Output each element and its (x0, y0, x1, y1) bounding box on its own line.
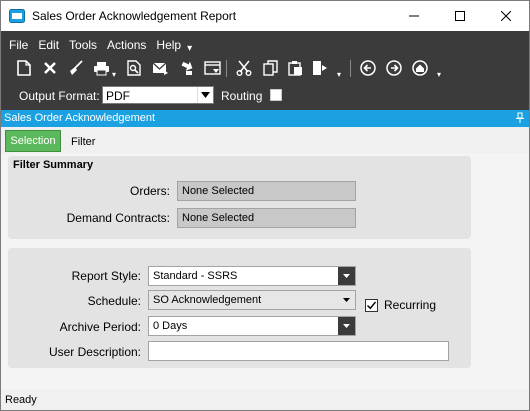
status-bar: Ready (1, 390, 529, 410)
orders-field[interactable]: None Selected (177, 181, 356, 201)
schedule-select[interactable]: SO Acknowledgement (148, 290, 356, 310)
tab-selection[interactable]: Selection (5, 130, 61, 152)
output-format-label: Output Format: (19, 89, 100, 103)
schedule-value: SO Acknowledgement (153, 294, 262, 306)
toolbar-separator (226, 60, 227, 77)
orders-label: Orders: (129, 184, 170, 198)
routing-checkbox[interactable] (270, 89, 282, 101)
minimize-button[interactable] (391, 1, 437, 31)
routing-label: Routing (221, 89, 263, 103)
command-area: File Edit Tools Actions Help ▾ ▾ ▾ ▾ Out… (1, 31, 529, 110)
nav-dropdown-icon[interactable]: ▾ (437, 70, 441, 79)
user-description-input[interactable] (148, 341, 449, 361)
status-text: Ready (5, 394, 37, 406)
menu-bar: File Edit Tools Actions Help ▾ (9, 36, 192, 54)
user-description-label: User Description: (48, 345, 141, 359)
archive-period-value: 0 Days (153, 320, 188, 332)
clear-icon[interactable] (67, 59, 85, 77)
home-icon[interactable] (411, 59, 429, 77)
filter-summary-title: Filter Summary (13, 159, 94, 171)
toolbar-separator (350, 60, 351, 77)
menu-tools[interactable]: Tools (69, 38, 97, 52)
cut-icon[interactable] (235, 59, 253, 77)
panel-header: Sales Order Acknowledgement (1, 110, 529, 127)
chevron-down-icon[interactable] (338, 267, 355, 285)
chevron-down-icon[interactable] (338, 317, 355, 335)
close-button[interactable] (483, 1, 529, 31)
recurring-label: Recurring (384, 298, 437, 312)
filter-summary-group: Filter Summary Orders: None Selected Dem… (8, 156, 471, 239)
schedule-label: Schedule: (87, 294, 141, 308)
menu-actions[interactable]: Actions (107, 38, 146, 52)
recurring-checkbox[interactable] (365, 299, 378, 312)
app-icon (9, 9, 25, 23)
title-bar: Sales Order Acknowledgement Report (1, 1, 529, 31)
selection-content: Filter Summary Orders: None Selected Dem… (1, 153, 529, 389)
forward-icon[interactable] (385, 59, 403, 77)
print-icon[interactable] (92, 59, 110, 77)
new-icon[interactable] (15, 59, 33, 77)
demand-contracts-field[interactable]: None Selected (177, 208, 356, 228)
report-style-select[interactable]: Standard - SSRS (148, 266, 356, 286)
chevron-down-icon[interactable] (197, 87, 213, 103)
maximize-button[interactable] (437, 1, 483, 31)
chevron-down-icon[interactable] (338, 291, 355, 309)
archive-period-select[interactable]: 0 Days (148, 316, 356, 336)
back-icon[interactable] (359, 59, 377, 77)
toolbar: ▾ ▾ ▾ (1, 55, 529, 81)
pin-icon[interactable] (515, 112, 525, 124)
attachment-icon[interactable] (178, 59, 196, 77)
copy-icon[interactable] (261, 59, 279, 77)
report-style-value: Standard - SSRS (153, 270, 238, 282)
demand-contracts-label: Demand Contracts: (66, 211, 170, 225)
delete-icon[interactable] (41, 59, 59, 77)
exit-dropdown-icon[interactable]: ▾ (337, 70, 341, 79)
tab-strip: Selection Filter (1, 127, 529, 153)
menu-file[interactable]: File (9, 38, 28, 52)
menu-edit[interactable]: Edit (38, 38, 59, 52)
options-icon[interactable] (203, 59, 221, 77)
archive-period-label: Archive Period: (59, 320, 141, 334)
report-options-group: Report Style: Standard - SSRS Schedule: … (8, 248, 471, 368)
window-title: Sales Order Acknowledgement Report (32, 9, 237, 23)
menu-help[interactable]: Help (156, 38, 181, 52)
report-window: Sales Order Acknowledgement Report File … (0, 0, 530, 411)
output-format-select[interactable]: PDF (102, 86, 214, 104)
print-preview-icon[interactable] (125, 59, 143, 77)
panel-title: Sales Order Acknowledgement (4, 112, 156, 124)
format-bar: Output Format: PDF Routing (1, 84, 529, 108)
report-style-label: Report Style: (71, 269, 141, 283)
output-format-value: PDF (106, 89, 130, 103)
exit-icon[interactable] (311, 59, 329, 77)
print-dropdown-icon[interactable]: ▾ (112, 70, 116, 79)
paste-icon[interactable] (286, 59, 304, 77)
menu-overflow-icon[interactable]: ▾ (187, 43, 192, 54)
tab-filter[interactable]: Filter (71, 136, 95, 148)
email-icon[interactable] (151, 59, 169, 77)
